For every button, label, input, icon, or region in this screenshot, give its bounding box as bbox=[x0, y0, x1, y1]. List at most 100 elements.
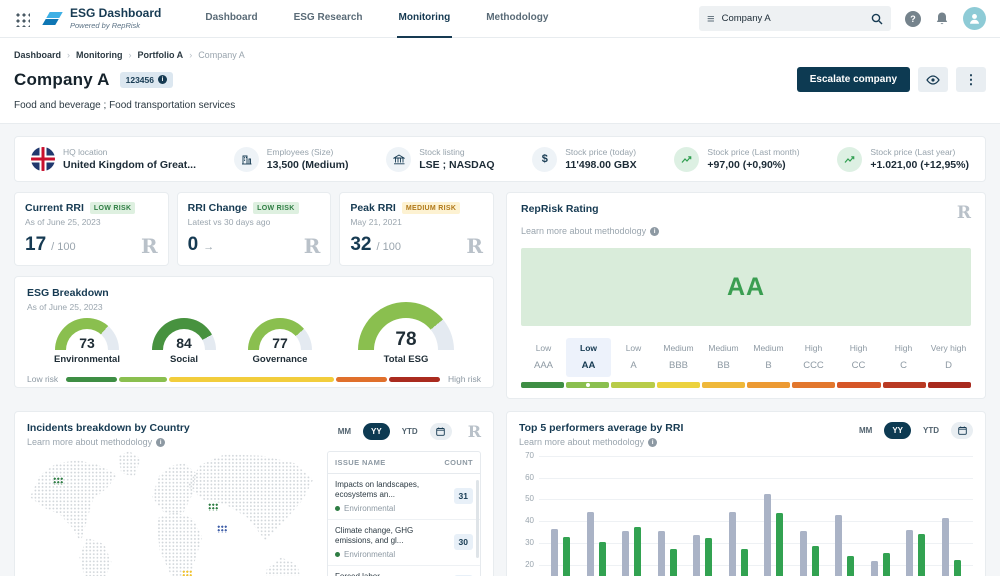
gauge-total-esg: 78 Total ESG bbox=[358, 302, 454, 365]
learn-more-link[interactable]: Learn more about methodologyi bbox=[521, 226, 971, 236]
info-stock-listing: Stock listing LSE ; NASDAQ bbox=[386, 147, 494, 172]
rating-grade: AAA bbox=[521, 360, 566, 371]
page-heading-block: Dashboard› Monitoring› Portfolio A› Comp… bbox=[0, 38, 1000, 124]
calendar-button[interactable] bbox=[951, 422, 973, 439]
bar bbox=[764, 494, 771, 576]
trend-up-icon bbox=[674, 147, 699, 172]
rating-bar-segment bbox=[747, 382, 790, 388]
rating-level: Very high bbox=[926, 343, 971, 353]
toggle-yy[interactable]: YY bbox=[363, 423, 390, 440]
risk-badge: LOW RISK bbox=[253, 202, 298, 214]
bar-group bbox=[729, 457, 748, 576]
rating-scale-bb[interactable]: MediumBB bbox=[701, 338, 746, 377]
rating-scale-ccc[interactable]: HighCCC bbox=[791, 338, 836, 377]
table-scrollbar[interactable] bbox=[476, 480, 479, 558]
left-column: Current RRI LOW RISK As of June 25, 2023… bbox=[14, 192, 494, 399]
rating-grade: BBB bbox=[656, 360, 701, 371]
map-continent-africa bbox=[150, 512, 205, 576]
bar bbox=[871, 561, 878, 576]
issue-row[interactable]: Forced laborSocial27 bbox=[328, 566, 480, 576]
issues-table: ISSUE NAME COUNT Impacts on landscapes, … bbox=[327, 451, 481, 576]
chart-plot-area bbox=[539, 457, 973, 576]
info-icon[interactable]: i bbox=[648, 438, 657, 447]
bar bbox=[693, 535, 700, 576]
info-value: United Kingdom of Great... bbox=[63, 159, 196, 171]
risk-bar-segment bbox=[389, 377, 440, 382]
calendar-icon bbox=[958, 426, 967, 435]
toggle-ytd[interactable]: YTD bbox=[915, 422, 947, 439]
rating-bar-segment bbox=[611, 382, 654, 388]
issue-category: Environmental bbox=[335, 504, 450, 513]
rating-scale-bbb[interactable]: MediumBBB bbox=[656, 338, 701, 377]
bar bbox=[906, 530, 913, 576]
info-label: Stock listing bbox=[419, 147, 494, 157]
search-input[interactable] bbox=[722, 13, 864, 24]
help-icon[interactable]: ? bbox=[905, 11, 921, 27]
company-id-badge: 123456 i bbox=[120, 72, 173, 88]
watch-eye-button[interactable] bbox=[918, 67, 948, 92]
reprisk-rating-card: RepRisk Rating R Learn more about method… bbox=[506, 192, 986, 399]
info-icon[interactable]: i bbox=[650, 227, 659, 236]
map-continent-asia bbox=[188, 454, 314, 545]
reprisk-r-logo: R bbox=[466, 234, 483, 258]
notifications-bell-icon[interactable] bbox=[935, 11, 949, 26]
toggle-yy[interactable]: YY bbox=[884, 422, 911, 439]
bar-group bbox=[764, 457, 783, 576]
info-value: 11'498.00 GBX bbox=[565, 159, 636, 171]
bar-group bbox=[658, 457, 677, 576]
app-header: ESG Dashboard Powered by RepRisk Dashboa… bbox=[0, 0, 1000, 38]
bar bbox=[942, 518, 949, 576]
risk-badge: MEDIUM RISK bbox=[402, 202, 460, 214]
rating-scale-aaa[interactable]: LowAAA bbox=[521, 338, 566, 377]
toggle-ytd[interactable]: YTD bbox=[394, 423, 426, 440]
issue-row[interactable]: Impacts on landscapes, ecosystems an...E… bbox=[328, 474, 480, 520]
rating-level: Medium bbox=[701, 343, 746, 353]
user-avatar[interactable] bbox=[963, 7, 986, 30]
nav-esg-research[interactable]: ESG Research bbox=[292, 0, 365, 38]
rri-value: 17 bbox=[25, 234, 46, 256]
learn-more-link[interactable]: Learn more about methodologyi bbox=[519, 437, 683, 447]
breadcrumb-portfolio[interactable]: Portfolio A bbox=[138, 50, 184, 60]
gauge-label: Total ESG bbox=[384, 354, 429, 365]
map-continent-north-america bbox=[30, 460, 118, 542]
search-icon[interactable] bbox=[871, 13, 883, 25]
nav-monitoring[interactable]: Monitoring bbox=[397, 0, 453, 38]
breadcrumb-dashboard[interactable]: Dashboard bbox=[14, 50, 61, 60]
calendar-icon bbox=[436, 427, 445, 436]
issue-row[interactable]: Climate change, GHG emissions, and gl...… bbox=[328, 520, 480, 566]
info-value: 13,500 (Medium) bbox=[267, 159, 349, 171]
rating-level: Low bbox=[566, 343, 611, 353]
nav-methodology[interactable]: Methodology bbox=[484, 0, 550, 38]
card-subtitle: As of June 25, 2023 bbox=[25, 217, 158, 227]
map-continent-greenland bbox=[115, 451, 141, 477]
card-subtitle: Latest vs 30 days ago bbox=[188, 217, 321, 227]
app-grid-icon[interactable] bbox=[14, 11, 30, 27]
toggle-mm[interactable]: MM bbox=[851, 422, 880, 439]
esg-risk-scale-bar bbox=[66, 377, 440, 382]
learn-more-link[interactable]: Learn more about methodologyi bbox=[27, 437, 190, 447]
rating-scale-d[interactable]: Very highD bbox=[926, 338, 971, 377]
search-filter-icon[interactable]: ≡ bbox=[707, 12, 715, 25]
info-icon[interactable]: i bbox=[158, 75, 167, 84]
rating-scale-aa[interactable]: LowAA bbox=[566, 338, 611, 377]
nav-dashboard[interactable]: Dashboard bbox=[203, 0, 259, 38]
toggle-mm[interactable]: MM bbox=[330, 423, 359, 440]
info-label: Stock price (today) bbox=[565, 147, 636, 157]
gauge-value: 78 bbox=[358, 329, 454, 350]
escalate-company-button[interactable]: Escalate company bbox=[797, 67, 910, 92]
rating-grade: A bbox=[611, 360, 656, 371]
performers-bar-chart: 010203040506070 bbox=[519, 457, 973, 576]
breadcrumb-monitoring[interactable]: Monitoring bbox=[76, 50, 123, 60]
more-options-button[interactable]: ⋮ bbox=[956, 67, 986, 92]
rating-scale-cc[interactable]: HighCC bbox=[836, 338, 881, 377]
reprisk-r-logo: R bbox=[957, 203, 971, 223]
risk-bar-segment bbox=[119, 377, 167, 382]
rating-scale-c[interactable]: HighC bbox=[881, 338, 926, 377]
rating-scale-a[interactable]: LowA bbox=[611, 338, 656, 377]
rri-change-card: RRI Change LOW RISK Latest vs 30 days ag… bbox=[177, 192, 332, 266]
rating-bar-segment bbox=[566, 382, 609, 388]
current-rri-card: Current RRI LOW RISK As of June 25, 2023… bbox=[14, 192, 169, 266]
calendar-button[interactable] bbox=[430, 423, 452, 440]
info-icon[interactable]: i bbox=[156, 438, 165, 447]
rating-scale-b[interactable]: MediumB bbox=[746, 338, 791, 377]
